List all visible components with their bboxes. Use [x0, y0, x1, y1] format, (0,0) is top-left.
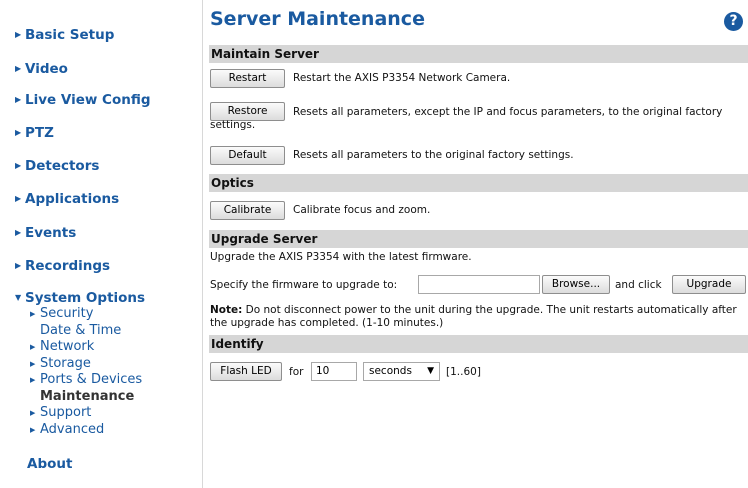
duration-unit-select[interactable]: seconds ▼ — [363, 362, 440, 381]
nav-applications[interactable]: ▶ Applications — [15, 191, 119, 207]
subnav-label: Security — [40, 306, 94, 321]
subnav-security[interactable]: ▶ Security — [30, 306, 93, 321]
section-optics: Optics — [209, 174, 748, 192]
subnav-maintenance: Maintenance — [40, 389, 134, 404]
nav-live-view-config[interactable]: ▶ Live View Config — [15, 92, 151, 108]
nav-label: Applications — [25, 191, 120, 207]
nav-label: Recordings — [25, 258, 111, 274]
triangle-right-icon: ▶ — [15, 30, 22, 39]
triangle-right-icon: ▶ — [30, 343, 36, 351]
sidebar: ▶ Basic Setup ▶ Video ▶ Live View Config ▶ P… — [0, 0, 203, 488]
upgrade-button[interactable]: Upgrade — [672, 275, 746, 294]
subnav-ports-devices[interactable]: ▶ Ports & Devices — [30, 372, 142, 387]
for-text: for — [289, 366, 304, 378]
nav-label: Detectors — [25, 158, 100, 174]
triangle-right-icon: ▶ — [15, 64, 22, 73]
help-icon[interactable]: ? — [724, 12, 743, 31]
subnav-label: Maintenance — [40, 389, 135, 404]
triangle-right-icon: ▶ — [15, 161, 22, 170]
nav-video[interactable]: ▶ Video — [15, 61, 68, 77]
firmware-label: Specify the firmware to upgrade to: — [210, 279, 398, 291]
subnav-label: Date & Time — [40, 323, 122, 338]
section-maintain-server: Maintain Server — [209, 45, 748, 63]
subnav-support[interactable]: ▶ Support — [30, 405, 91, 420]
flash-led-button[interactable]: Flash LED — [210, 362, 282, 381]
nav-label: About — [27, 456, 73, 472]
triangle-right-icon: ▶ — [30, 360, 36, 368]
default-button[interactable]: Default — [210, 146, 285, 165]
nav-ptz[interactable]: ▶ PTZ — [15, 125, 54, 141]
subnav-label: Advanced — [40, 422, 105, 437]
triangle-right-icon: ▶ — [30, 310, 36, 318]
restart-button[interactable]: Restart — [210, 69, 285, 88]
nav-about[interactable]: About — [27, 456, 72, 472]
triangle-right-icon: ▶ — [15, 194, 22, 203]
nav-label: System Options — [25, 290, 146, 306]
nav-label: Video — [25, 61, 68, 77]
triangle-right-icon: ▶ — [15, 228, 22, 237]
subnav-label: Network — [40, 339, 95, 354]
subnav-label: Storage — [40, 356, 91, 371]
nav-label: PTZ — [25, 125, 54, 141]
calibrate-description: Calibrate focus and zoom. — [293, 204, 431, 216]
browse-button[interactable]: Browse... — [542, 275, 610, 294]
triangle-right-icon: ▶ — [30, 426, 36, 434]
and-click-text: and click — [615, 279, 662, 291]
section-upgrade-server: Upgrade Server — [209, 230, 748, 248]
upgrade-intro: Upgrade the AXIS P3354 with the latest f… — [210, 251, 472, 263]
nav-detectors[interactable]: ▶ Detectors — [15, 158, 99, 174]
restart-description: Restart the AXIS P3354 Network Camera. — [293, 72, 511, 84]
upgrade-note: Note: Do not disconnect power to the uni… — [210, 304, 748, 330]
flash-duration-input[interactable]: 10 — [311, 362, 357, 381]
triangle-right-icon: ▶ — [30, 376, 36, 384]
firmware-file-input[interactable] — [418, 275, 540, 294]
nav-recordings[interactable]: ▶ Recordings — [15, 258, 110, 274]
main-content: Server Maintenance ? Maintain Server Res… — [209, 0, 748, 488]
triangle-right-icon: ▶ — [15, 261, 22, 270]
restore-description: Resets all parameters, except the IP and… — [210, 106, 723, 131]
section-identify: Identify — [209, 335, 748, 353]
nav-label: Live View Config — [25, 92, 151, 108]
chevron-down-icon: ▼ — [427, 366, 434, 376]
triangle-right-icon: ▶ — [15, 128, 22, 137]
duration-range: [1..60] — [446, 366, 481, 378]
subnav-label: Ports & Devices — [40, 372, 143, 387]
nav-label: Basic Setup — [25, 27, 115, 43]
subnav-label: Support — [40, 405, 92, 420]
triangle-right-icon: ▶ — [30, 409, 36, 417]
default-description: Resets all parameters to the original fa… — [293, 149, 574, 161]
subnav-network[interactable]: ▶ Network — [30, 339, 94, 354]
triangle-right-icon: ▶ — [15, 95, 22, 104]
triangle-down-icon: ▼ — [15, 293, 22, 302]
subnav-date-time[interactable]: Date & Time — [40, 323, 121, 338]
subnav-storage[interactable]: ▶ Storage — [30, 356, 91, 371]
nav-basic-setup[interactable]: ▶ Basic Setup — [15, 27, 114, 43]
note-text: Do not disconnect power to the unit duri… — [210, 304, 737, 329]
note-label: Note: — [210, 304, 243, 316]
nav-label: Events — [25, 225, 77, 241]
subnav-advanced[interactable]: ▶ Advanced — [30, 422, 104, 437]
nav-system-options[interactable]: ▼ System Options — [15, 290, 145, 306]
calibrate-button[interactable]: Calibrate — [210, 201, 285, 220]
page-title: Server Maintenance — [210, 8, 425, 30]
duration-unit-value: seconds — [369, 365, 412, 377]
nav-events[interactable]: ▶ Events — [15, 225, 76, 241]
